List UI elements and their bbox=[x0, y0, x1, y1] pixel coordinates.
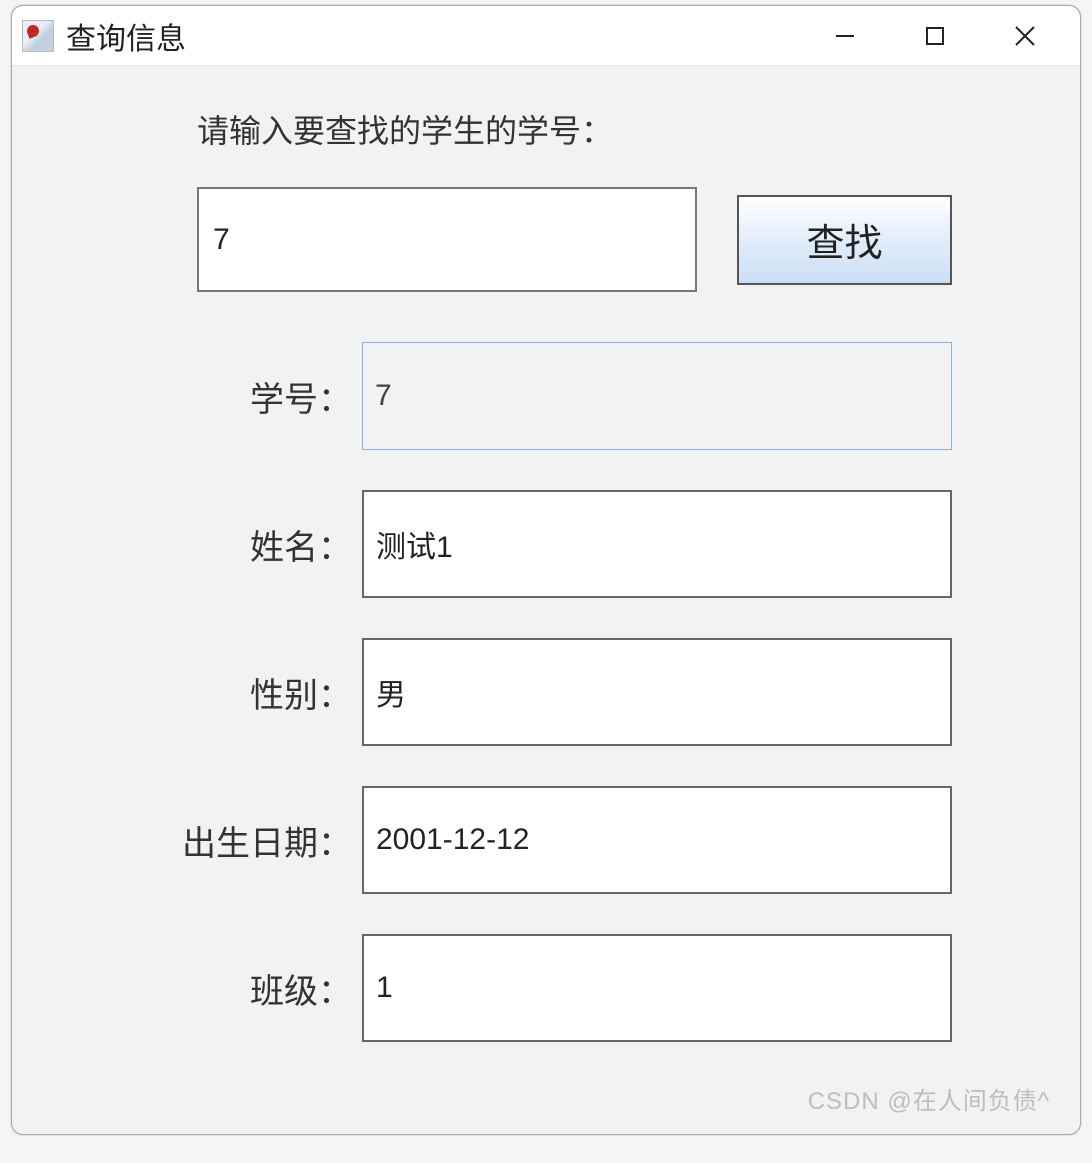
form-row-class: 班级： 1 bbox=[112, 934, 1030, 1042]
watermark-text: CSDN @在人间负债^ bbox=[808, 1081, 1050, 1116]
window-title: 查询信息 bbox=[66, 14, 820, 58]
field-birthdate[interactable]: 2001-12-12 bbox=[362, 786, 952, 894]
prompt-label: 请输入要查找的学生的学号： bbox=[197, 106, 1030, 152]
titlebar: 查询信息 bbox=[12, 6, 1080, 66]
app-icon bbox=[22, 20, 54, 52]
close-icon bbox=[1012, 23, 1038, 49]
app-window: 查询信息 请输入要查找的学生的学号： 查找 学号： 7 姓名： bbox=[11, 5, 1081, 1135]
label-name: 姓名： bbox=[112, 520, 362, 569]
maximize-icon bbox=[924, 25, 946, 47]
result-form: 学号： 7 姓名： 测试1 性别： 男 出生日期： 2001-12-12 班级：… bbox=[112, 342, 1030, 1042]
search-input[interactable] bbox=[197, 187, 697, 292]
field-name[interactable]: 测试1 bbox=[362, 490, 952, 598]
form-row-name: 姓名： 测试1 bbox=[112, 490, 1030, 598]
minimize-icon bbox=[833, 24, 857, 48]
content-area: 请输入要查找的学生的学号： 查找 学号： 7 姓名： 测试1 性别： 男 出生日… bbox=[12, 66, 1080, 1112]
label-student-id: 学号： bbox=[112, 372, 362, 421]
label-birthdate: 出生日期： bbox=[112, 816, 362, 865]
maximize-button[interactable] bbox=[910, 16, 960, 56]
minimize-button[interactable] bbox=[820, 16, 870, 56]
form-row-student-id: 学号： 7 bbox=[112, 342, 1030, 450]
field-class[interactable]: 1 bbox=[362, 934, 952, 1042]
window-controls bbox=[820, 16, 1050, 56]
label-class: 班级： bbox=[112, 964, 362, 1013]
form-row-gender: 性别： 男 bbox=[112, 638, 1030, 746]
search-button[interactable]: 查找 bbox=[737, 195, 952, 285]
close-button[interactable] bbox=[1000, 16, 1050, 56]
field-gender[interactable]: 男 bbox=[362, 638, 952, 746]
form-row-birthdate: 出生日期： 2001-12-12 bbox=[112, 786, 1030, 894]
label-gender: 性别： bbox=[112, 668, 362, 717]
field-student-id: 7 bbox=[362, 342, 952, 450]
search-row: 查找 bbox=[197, 187, 1030, 292]
